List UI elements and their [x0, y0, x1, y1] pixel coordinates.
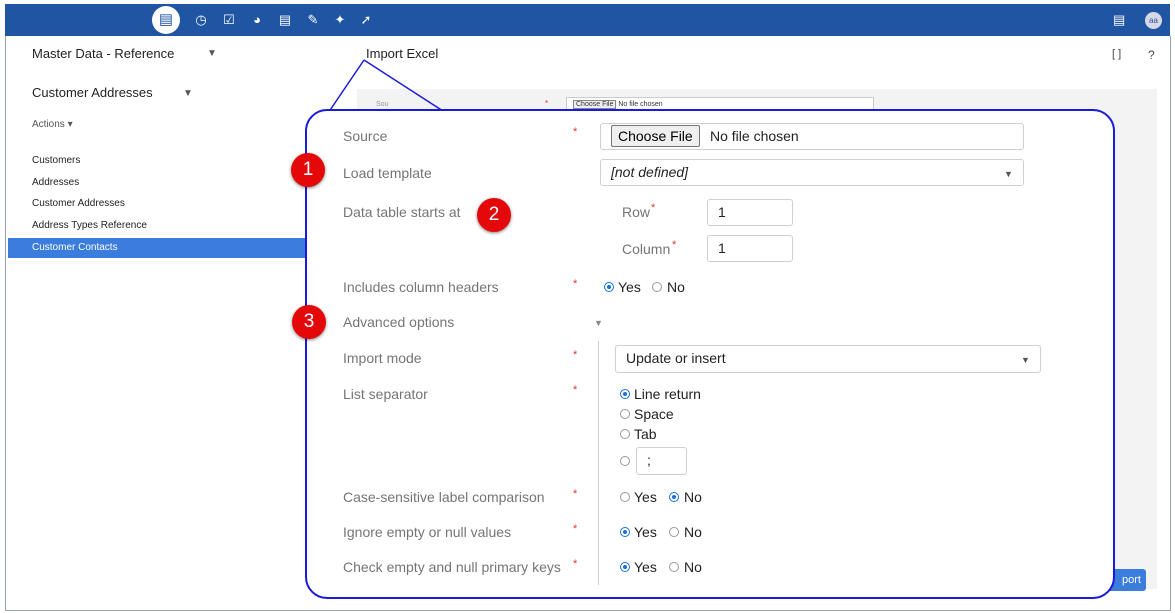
- column-headers-yes-label: Yes: [618, 279, 641, 295]
- row-label: Row: [622, 204, 651, 220]
- required-marker: *: [672, 239, 677, 251]
- advanced-section-divider: [598, 341, 599, 585]
- check-keys-no-radio[interactable]: [669, 562, 679, 572]
- list-separator-label: List separator: [343, 386, 428, 402]
- required-marker: *: [573, 558, 578, 570]
- load-template-label: Load template: [343, 165, 432, 181]
- separator-space-radio[interactable]: [620, 409, 630, 419]
- chevron-down-icon[interactable]: ▼: [1021, 355, 1030, 365]
- separator-space-label: Space: [634, 406, 674, 422]
- separator-tab-radio[interactable]: [620, 429, 630, 439]
- data-table-label: Data table starts at: [343, 204, 461, 220]
- column-label: Column: [622, 241, 671, 257]
- ignore-empty-no-radio[interactable]: [669, 527, 679, 537]
- import-mode-label: Import mode: [343, 350, 422, 366]
- step-badge-1: 1: [291, 153, 325, 187]
- required-marker: *: [573, 126, 578, 138]
- column-headers-no-radio[interactable]: [652, 282, 662, 292]
- case-sensitive-yes-label: Yes: [634, 489, 657, 505]
- required-marker: *: [573, 384, 578, 396]
- chevron-down-icon[interactable]: ▼: [1004, 169, 1013, 179]
- required-marker: *: [573, 523, 578, 535]
- required-marker: *: [573, 488, 578, 500]
- case-sensitive-yes-radio[interactable]: [620, 492, 630, 502]
- column-input[interactable]: 1: [707, 235, 793, 262]
- separator-custom-input[interactable]: ;: [636, 447, 687, 475]
- chevron-down-icon[interactable]: ▼: [594, 318, 603, 328]
- ignore-empty-yes-label: Yes: [634, 524, 657, 540]
- source-label: Source: [343, 128, 388, 144]
- column-headers-label: Includes column headers: [343, 279, 499, 295]
- ignore-empty-no-label: No: [684, 524, 702, 540]
- case-sensitive-no-label: No: [684, 489, 702, 505]
- required-marker: *: [573, 349, 578, 361]
- check-keys-label: Check empty and null primary keys: [343, 559, 561, 575]
- load-template-select[interactable]: [not defined]: [600, 159, 1024, 186]
- check-keys-yes-radio[interactable]: [620, 562, 630, 572]
- column-headers-no-label: No: [667, 279, 685, 295]
- case-sensitive-label: Case-sensitive label comparison: [343, 489, 545, 505]
- separator-custom-radio[interactable]: [620, 456, 630, 466]
- advanced-options-toggle[interactable]: Advanced options: [343, 314, 454, 330]
- ignore-empty-yes-radio[interactable]: [620, 527, 630, 537]
- choose-file-button[interactable]: Choose File: [611, 125, 700, 147]
- ignore-empty-label: Ignore empty or null values: [343, 524, 512, 540]
- separator-tab-label: Tab: [634, 426, 657, 442]
- step-badge-2: 2: [477, 198, 511, 232]
- separator-line-return-radio[interactable]: [620, 389, 630, 399]
- import-mode-select[interactable]: Update or insert: [615, 345, 1041, 373]
- required-marker: *: [651, 202, 656, 214]
- column-headers-yes-radio[interactable]: [604, 282, 614, 292]
- separator-line-return-label: Line return: [634, 386, 701, 402]
- required-marker: *: [573, 278, 578, 290]
- check-keys-no-label: No: [684, 559, 702, 575]
- file-status-text: No file chosen: [710, 128, 799, 144]
- case-sensitive-no-radio[interactable]: [669, 492, 679, 502]
- row-input[interactable]: 1: [707, 199, 793, 226]
- step-badge-3: 3: [292, 305, 326, 339]
- check-keys-yes-label: Yes: [634, 559, 657, 575]
